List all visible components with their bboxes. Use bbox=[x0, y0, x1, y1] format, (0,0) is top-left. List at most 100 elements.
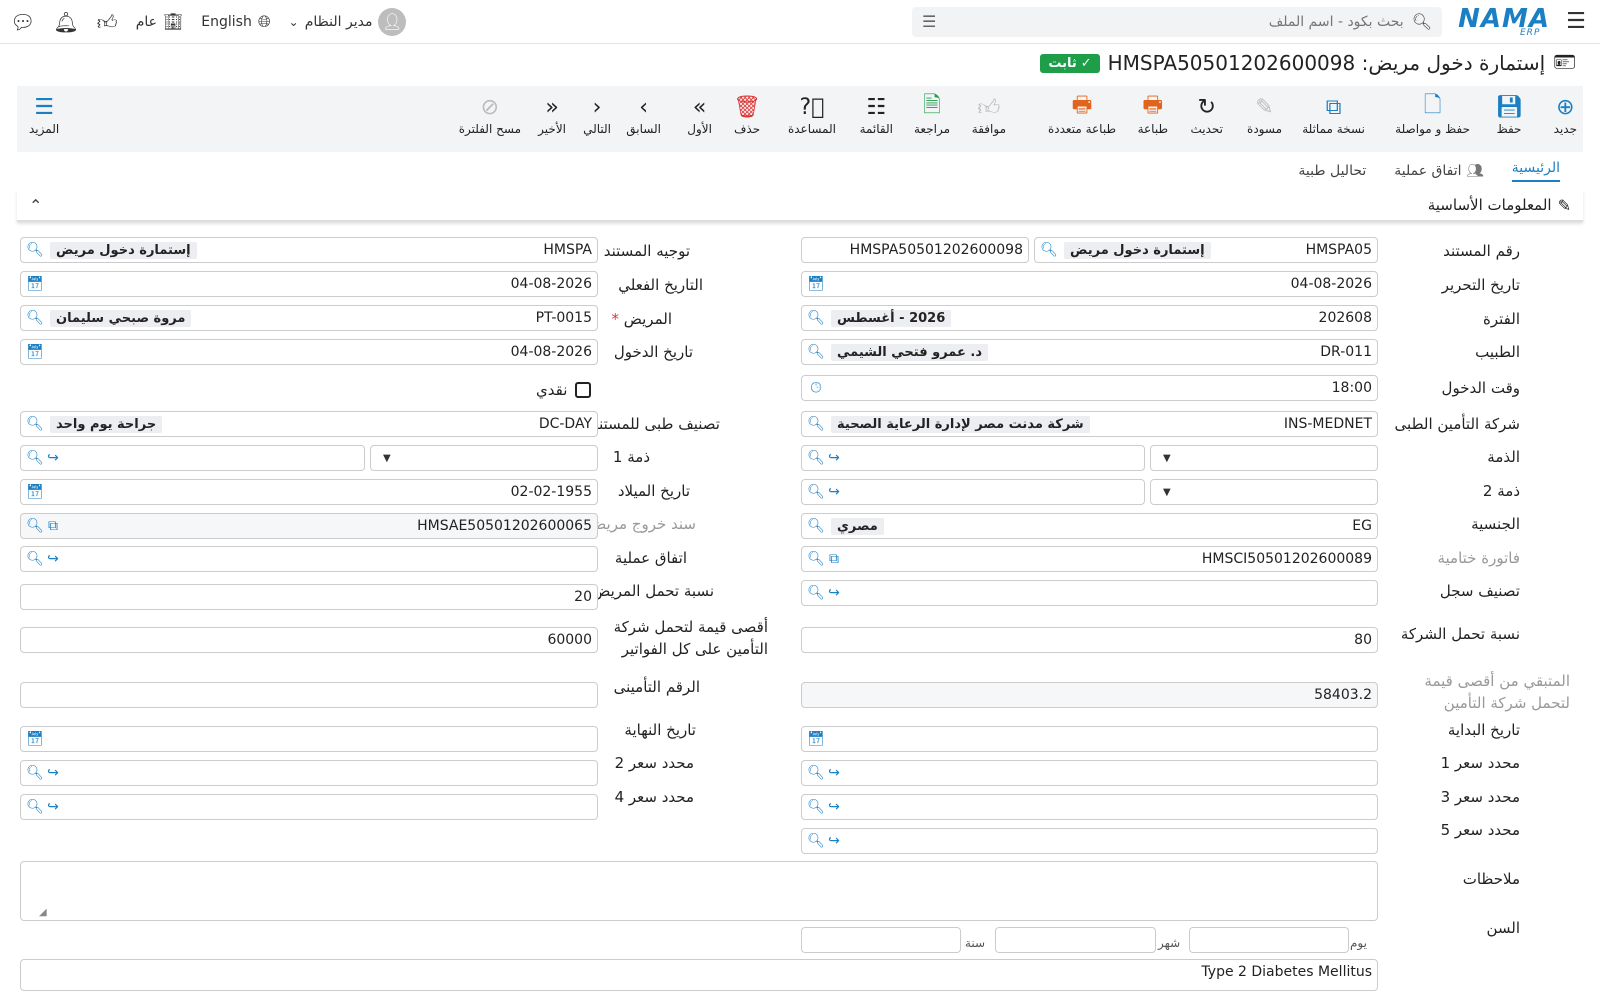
approve-button[interactable]: 👍︎ موافقة bbox=[972, 92, 1006, 137]
birth-date-field[interactable]: 📅︎ 02-02-1955 bbox=[20, 479, 598, 505]
chat-icon[interactable]: 💬︎ bbox=[10, 12, 35, 32]
new-button[interactable]: ⊕ جديد bbox=[1554, 92, 1577, 137]
price-det2-field[interactable]: 🔍︎ ↪ bbox=[20, 760, 598, 786]
review-button[interactable]: 🗎︎ مراجعة bbox=[914, 92, 950, 136]
start-date-field[interactable]: 📅︎ bbox=[801, 726, 1378, 752]
price-det1-field[interactable]: 🔍︎ ↪ bbox=[801, 760, 1378, 786]
user-menu[interactable]: 👤︎ مدير النظام ⌄ bbox=[289, 7, 407, 36]
external-link-icon[interactable]: ⧉ bbox=[44, 518, 62, 534]
price-det3-field[interactable]: 🔍︎ ↪ bbox=[801, 794, 1378, 820]
print-button[interactable]: 🖶︎ طباعة bbox=[1138, 92, 1168, 136]
clear-filter-button[interactable]: ⊘ مسح الفلترة bbox=[459, 92, 521, 137]
save-continue-button[interactable]: 🗋︎ حفظ و مواصلة bbox=[1395, 92, 1470, 136]
search-icon[interactable]: 🔍︎ bbox=[807, 585, 825, 601]
search-icon[interactable]: 🔍︎ bbox=[807, 450, 825, 466]
multi-print-button[interactable]: 🖶︎ طباعة متعددة bbox=[1048, 92, 1116, 136]
subsidiary2-field[interactable]: 🔍︎ ↪ bbox=[801, 479, 1145, 505]
calendar-icon[interactable]: 📅︎ bbox=[26, 344, 44, 360]
search-icon[interactable]: 🔍︎ bbox=[1412, 13, 1432, 30]
search-icon[interactable]: 🔍︎ bbox=[807, 551, 825, 567]
doc-direction-field[interactable]: 🔍︎ إستمارة دخول مريض HMSPA bbox=[20, 237, 598, 263]
external-link-icon[interactable]: ⧉ bbox=[825, 551, 843, 567]
search-icon[interactable]: 🔍︎ bbox=[26, 450, 44, 466]
list-button[interactable]: ☷ القائمة bbox=[860, 92, 893, 137]
search-input[interactable] bbox=[944, 13, 1404, 30]
save-button[interactable]: 💾︎ حفظ bbox=[1495, 92, 1523, 137]
age-month-field[interactable] bbox=[995, 927, 1156, 953]
period-field[interactable]: 🔍︎ 2026 - أغسطس 202608 bbox=[801, 305, 1378, 331]
subsidiary2-type-select[interactable]: ▼ bbox=[1150, 479, 1378, 505]
menu-icon[interactable]: ☰ bbox=[1562, 8, 1590, 36]
diagnosis-field[interactable]: Type 2 Diabetes Mellitus bbox=[20, 959, 1378, 991]
search-icon[interactable]: 🔍︎ bbox=[26, 518, 44, 534]
price-det5-field[interactable]: 🔍︎ ↪ bbox=[801, 828, 1378, 854]
tab-main[interactable]: الرئيسية bbox=[1511, 160, 1560, 182]
first-button[interactable]: » الأول bbox=[687, 92, 712, 137]
nationality-field[interactable]: 🔍︎ مصري EG bbox=[801, 513, 1378, 539]
last-button[interactable]: « الأخير bbox=[538, 92, 566, 137]
max-company-value-field[interactable]: 60000 bbox=[20, 627, 598, 653]
calendar-icon[interactable]: 📅︎ bbox=[26, 731, 44, 747]
subsidiary-field[interactable]: 🔍︎ ↪ bbox=[801, 445, 1145, 471]
search-icon[interactable]: 🔍︎ bbox=[26, 765, 44, 781]
search-icon[interactable]: 🔍︎ bbox=[26, 310, 44, 326]
search-icon[interactable]: 🔍︎ bbox=[807, 833, 825, 849]
share-icon[interactable]: ↪ bbox=[44, 799, 62, 815]
filter-icon[interactable]: ☰ bbox=[922, 13, 936, 30]
operation-agreement-field[interactable]: 🔍︎ ↪ bbox=[20, 546, 598, 572]
checkbox-box[interactable] bbox=[575, 382, 592, 398]
share-icon[interactable]: ↪ bbox=[825, 484, 843, 500]
tab-medical-tests[interactable]: تحاليل طبية bbox=[1298, 163, 1366, 179]
search-icon[interactable]: 🔍︎ bbox=[26, 242, 44, 258]
share-icon[interactable]: ↪ bbox=[825, 833, 843, 849]
search-icon[interactable]: 🔍︎ bbox=[807, 765, 825, 781]
calendar-icon[interactable]: 📅︎ bbox=[807, 731, 825, 747]
nama-logo[interactable]: NAMA ERP bbox=[1458, 4, 1550, 40]
end-date-field[interactable]: 📅︎ bbox=[20, 726, 598, 752]
actual-date-field[interactable]: 📅︎ 04-08-2026 bbox=[20, 271, 598, 297]
calendar-icon[interactable]: 📅︎ bbox=[26, 484, 44, 500]
search-icon[interactable]: 🔍︎ bbox=[26, 551, 44, 567]
company-share-field[interactable]: 80 bbox=[801, 627, 1378, 653]
tab-operation-agreement[interactable]: 👥︎ اتفاق عملية bbox=[1394, 163, 1484, 179]
calendar-icon[interactable]: 📅︎ bbox=[807, 276, 825, 292]
org-switch[interactable]: 🏢︎ عام bbox=[136, 13, 184, 30]
search-icon[interactable]: 🔍︎ bbox=[26, 416, 44, 432]
duplicate-button[interactable]: ⧉ نسخة مماثلة bbox=[1302, 92, 1365, 137]
draft-button[interactable]: ✎ مسودة bbox=[1247, 92, 1282, 137]
section-header[interactable]: ✎ المعلومات الأساسية ⌃ bbox=[17, 190, 1583, 222]
thumbs-up-icon[interactable]: 👍︎ bbox=[97, 12, 118, 32]
next-button[interactable]: ‹ التالي bbox=[583, 92, 611, 137]
notes-textarea[interactable]: ◢ bbox=[20, 861, 1378, 921]
share-icon[interactable]: ↪ bbox=[825, 765, 843, 781]
resize-handle-icon[interactable]: ◢ bbox=[39, 907, 47, 918]
patient-field[interactable]: 🔍︎ مروة صبحي سليمان PT-0015 bbox=[20, 305, 598, 331]
search-icon[interactable]: 🔍︎ bbox=[807, 416, 825, 432]
language-switch[interactable]: 🌐︎ English bbox=[201, 13, 270, 30]
chevron-up-icon[interactable]: ⌃ bbox=[29, 196, 42, 215]
doctor-field[interactable]: 🔍︎ د. عمرو فتحي الشيمي DR-011 bbox=[801, 339, 1378, 365]
entry-time-field[interactable]: 🕒︎ 18:00 bbox=[801, 375, 1378, 401]
more-button[interactable]: ☰ المزيد bbox=[29, 92, 59, 137]
subsidiary-type-select[interactable]: ▼ bbox=[1150, 445, 1378, 471]
edit-date-field[interactable]: 📅︎ 04-08-2026 bbox=[801, 271, 1378, 297]
record-class-field[interactable]: 🔍︎ ↪ bbox=[801, 580, 1378, 606]
help-button[interactable]: ?⃝ المساعدة bbox=[788, 92, 836, 137]
search-icon[interactable]: 🔍︎ bbox=[1040, 242, 1058, 258]
final-invoice-field[interactable]: 🔍︎ ⧉ HMSCI50501202600089 bbox=[801, 546, 1378, 572]
previous-button[interactable]: › السابق bbox=[626, 92, 661, 137]
share-icon[interactable]: ↪ bbox=[44, 450, 62, 466]
doc-number-full-field[interactable]: HMSPA50501202600098 bbox=[801, 237, 1029, 263]
search-icon[interactable]: 🔍︎ bbox=[26, 799, 44, 815]
clock-icon[interactable]: 🕒︎ bbox=[807, 380, 825, 396]
entry-date-field[interactable]: 📅︎ 04-08-2026 bbox=[20, 339, 598, 365]
age-day-field[interactable] bbox=[1189, 927, 1349, 953]
search-icon[interactable]: 🔍︎ bbox=[807, 518, 825, 534]
search-icon[interactable]: 🔍︎ bbox=[807, 484, 825, 500]
share-icon[interactable]: ↪ bbox=[825, 799, 843, 815]
age-year-field[interactable] bbox=[801, 927, 961, 953]
search-icon[interactable]: 🔍︎ bbox=[807, 310, 825, 326]
doc-number-field[interactable]: 🔍︎ إستمارة دخول مريض HMSPA05 bbox=[1034, 237, 1378, 263]
bell-icon[interactable]: 🔔︎ bbox=[53, 12, 78, 32]
patient-share-field[interactable]: 20 bbox=[20, 584, 598, 610]
